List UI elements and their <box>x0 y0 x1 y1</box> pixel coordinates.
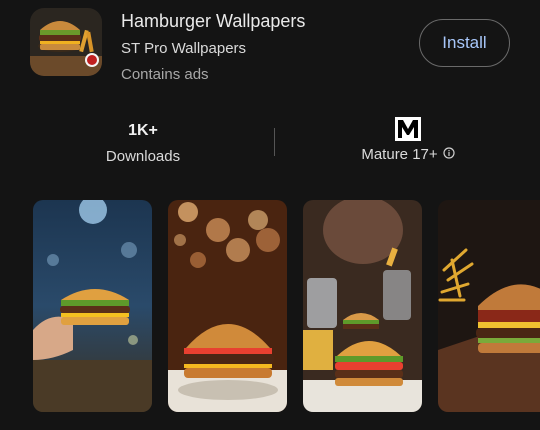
downloads-value: 1K+ <box>128 122 158 139</box>
ads-note: Contains ads <box>121 66 209 83</box>
downloads-stat: 1K+ Downloads <box>93 120 193 165</box>
install-button[interactable]: Install <box>419 19 510 67</box>
info-icon[interactable] <box>443 146 455 163</box>
screenshot-carousel[interactable] <box>0 200 540 412</box>
stats-divider <box>274 128 275 156</box>
screenshot-3[interactable] <box>303 200 422 412</box>
hamburger-app-icon <box>30 8 102 76</box>
content-rating-label: Mature 17+ <box>352 146 464 163</box>
developer-link[interactable]: ST Pro Wallpapers <box>121 40 246 57</box>
screenshot-4[interactable] <box>438 200 540 412</box>
downloads-label-text: Downloads <box>105 148 181 165</box>
app-title: Hamburger Wallpapers <box>121 11 306 31</box>
downloads-label: Downloads <box>93 148 193 165</box>
screenshot-1[interactable] <box>33 200 152 412</box>
content-rating-stat[interactable]: Mature 17+ <box>352 117 464 163</box>
screenshot-2[interactable] <box>168 200 287 412</box>
esrb-mature-icon <box>352 117 464 141</box>
content-rating-text: Mature 17+ <box>361 146 438 163</box>
